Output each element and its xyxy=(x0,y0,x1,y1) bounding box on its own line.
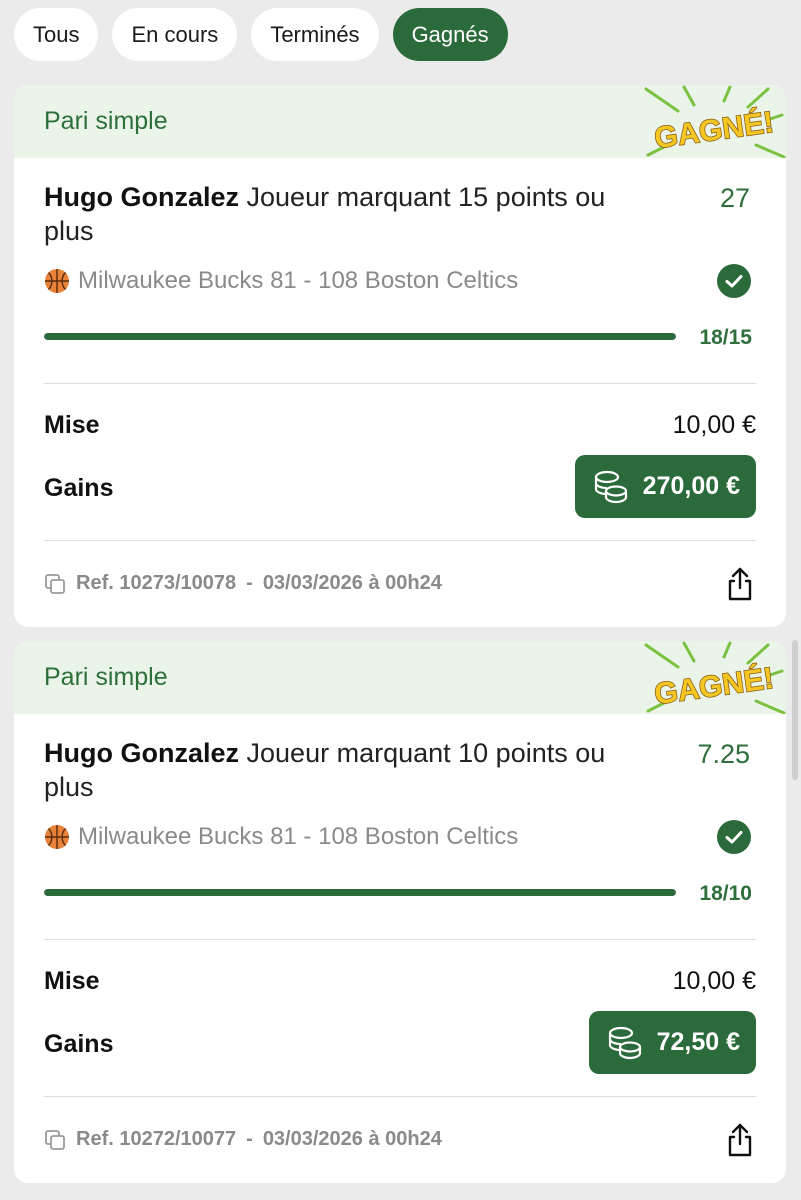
progress-bar xyxy=(44,889,676,896)
ref-date: 03/03/2026 à 00h24 xyxy=(262,572,442,594)
stake-value: 10,00 € xyxy=(672,967,756,995)
event-name: Milwaukee Bucks 81 - 108 Boston Celtics xyxy=(78,267,519,294)
share-icon[interactable] xyxy=(724,566,756,602)
bet-type: Pari simple xyxy=(44,663,168,691)
copy-icon[interactable] xyxy=(44,573,66,595)
filter-tabs: Tous En cours Terminés Gagnés xyxy=(14,8,508,61)
bet-card-header: Pari simple GAGNÉ! xyxy=(14,85,786,158)
player-name: Hugo Gonzalez xyxy=(44,182,239,212)
progress-fill xyxy=(44,889,676,896)
event-name: Milwaukee Bucks 81 - 108 Boston Celtics xyxy=(78,823,519,850)
gains-value: 72,50 € xyxy=(656,1028,740,1056)
ref-separator: - xyxy=(246,1128,253,1150)
divider xyxy=(44,383,756,384)
divider xyxy=(44,1096,756,1097)
gains-button[interactable]: 270,00 € xyxy=(574,455,756,518)
bet-selection: Hugo Gonzalez Joueur marquant 15 points … xyxy=(44,180,624,248)
ref-date: 03/03/2026 à 00h24 xyxy=(262,1128,442,1150)
player-name: Hugo Gonzalez xyxy=(44,738,239,768)
stake-label: Mise xyxy=(44,967,100,995)
bet-odds: 27 xyxy=(719,183,750,213)
basketball-icon xyxy=(45,825,69,849)
won-badge-text: GAGNÉ! xyxy=(652,105,776,155)
bet-reference: Ref. 10272/10077 - 03/03/2026 à 00h24 xyxy=(44,1128,442,1151)
won-badge-text: GAGNÉ! xyxy=(652,661,776,711)
divider xyxy=(44,939,756,940)
bet-odds: 7.25 xyxy=(697,739,750,769)
gains-value: 270,00 € xyxy=(642,472,740,500)
bet-reference: Ref. 10273/10078 - 03/03/2026 à 00h24 xyxy=(44,572,442,595)
tab-won[interactable]: Gagnés xyxy=(392,8,508,61)
scrollbar[interactable] xyxy=(792,640,798,780)
ref-separator: - xyxy=(246,572,253,594)
progress-label: 18/15 xyxy=(699,326,752,349)
stake-value: 10,00 € xyxy=(672,411,756,439)
bet-card[interactable]: Pari simple GAGNÉ! Hugo Gonzalez Joueur … xyxy=(14,641,786,1183)
won-badge: GAGNÉ! xyxy=(644,641,786,714)
gains-label: Gains xyxy=(44,474,114,502)
coins-icon xyxy=(594,470,627,503)
bet-card[interactable]: Pari simple GAGNÉ! Hugo Gonzalez Joueur … xyxy=(14,85,786,627)
copy-icon[interactable] xyxy=(44,1129,66,1151)
share-icon[interactable] xyxy=(724,1122,756,1158)
ref-number: Ref. 10273/10078 xyxy=(76,572,237,594)
tab-all[interactable]: Tous xyxy=(14,8,99,61)
won-badge: GAGNÉ! xyxy=(644,85,786,158)
progress-bar xyxy=(44,333,676,340)
bet-selection: Hugo Gonzalez Joueur marquant 10 points … xyxy=(44,736,624,804)
gains-button[interactable]: 72,50 € xyxy=(588,1011,756,1074)
check-circle-icon xyxy=(717,264,751,298)
progress-fill xyxy=(44,333,676,340)
bet-type: Pari simple xyxy=(44,107,168,135)
coins-icon xyxy=(608,1026,641,1059)
tab-in-progress[interactable]: En cours xyxy=(112,8,238,61)
stake-label: Mise xyxy=(44,411,100,439)
event-line: Milwaukee Bucks 81 - 108 Boston Celtics xyxy=(44,823,518,851)
gains-label: Gains xyxy=(44,1030,114,1058)
tab-finished[interactable]: Terminés xyxy=(251,8,379,61)
divider xyxy=(44,540,756,541)
ref-number: Ref. 10272/10077 xyxy=(76,1128,237,1150)
bet-card-header: Pari simple GAGNÉ! xyxy=(14,641,786,714)
progress-label: 18/10 xyxy=(699,882,752,905)
event-line: Milwaukee Bucks 81 - 108 Boston Celtics xyxy=(44,267,518,295)
check-circle-icon xyxy=(717,820,751,854)
basketball-icon xyxy=(45,269,69,293)
